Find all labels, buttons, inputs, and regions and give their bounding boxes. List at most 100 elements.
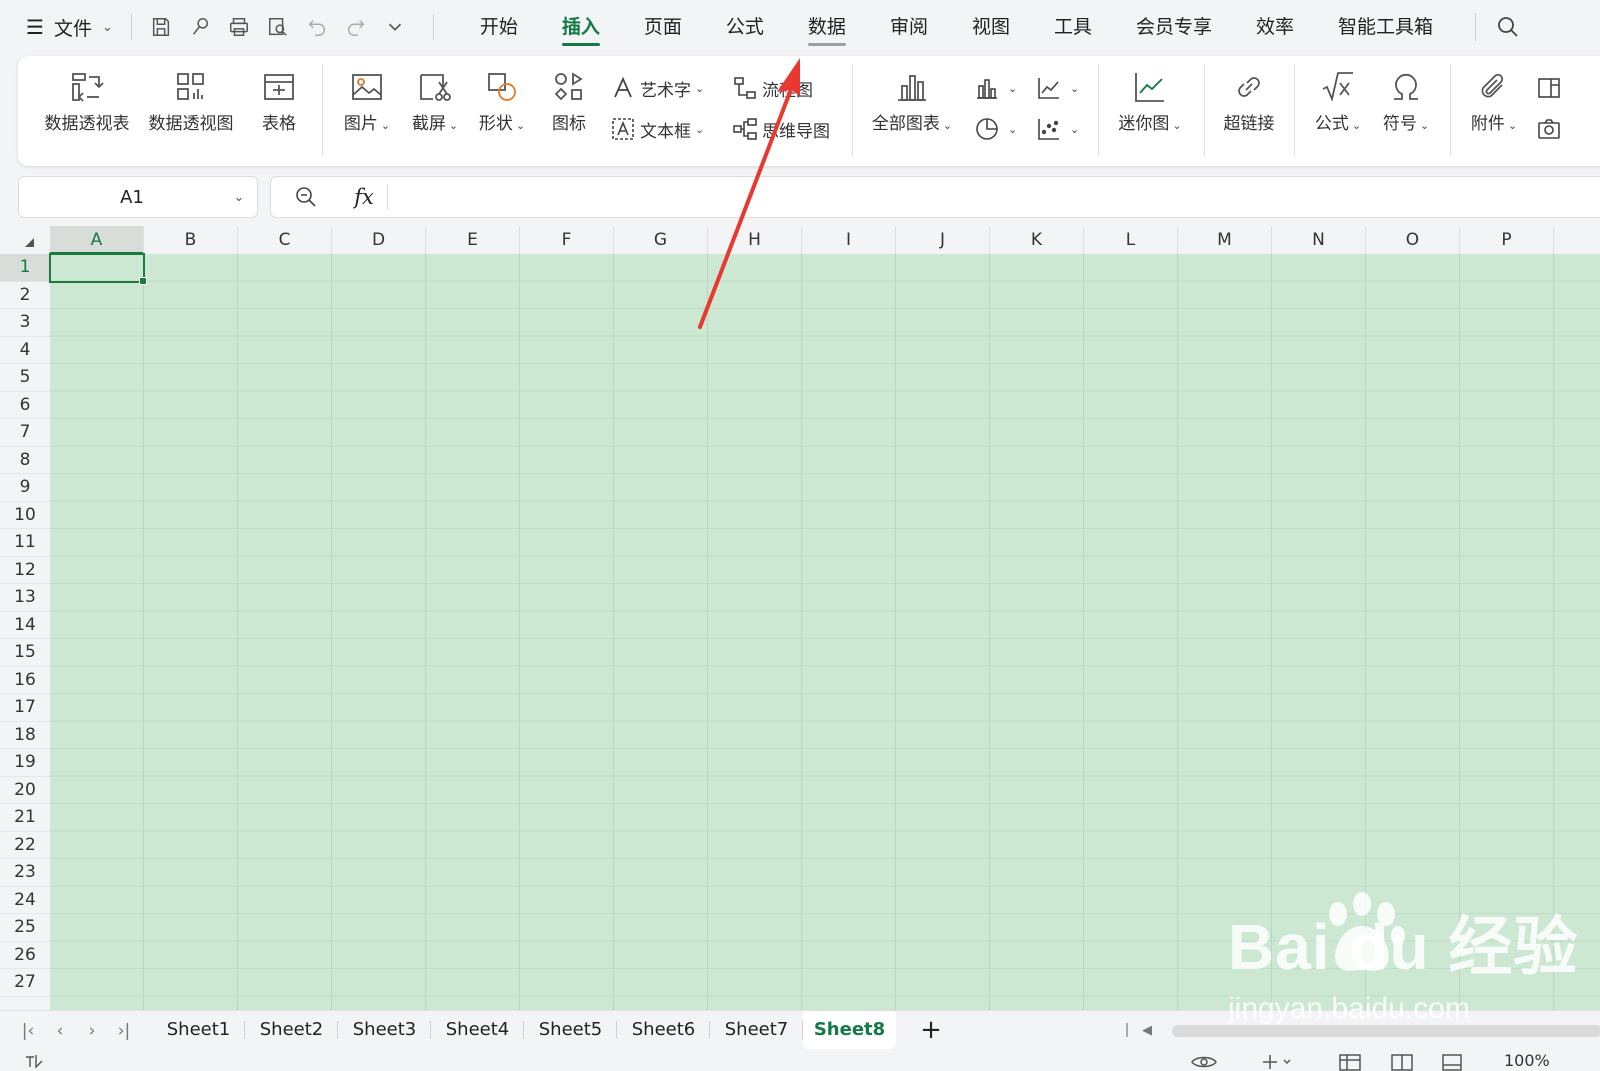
macro-status-button[interactable] (24, 1053, 44, 1069)
symbol-button[interactable]: 符号 ⌄ (1378, 64, 1434, 138)
tab-formulas[interactable]: 公式 (704, 0, 786, 54)
shapes-button[interactable]: 形状 ⌄ (473, 64, 531, 138)
print-preview-button[interactable] (259, 7, 298, 47)
column-header-f[interactable]: F (520, 226, 614, 254)
row-header-19[interactable]: 19 (0, 749, 50, 777)
column-header-o[interactable]: O (1366, 226, 1460, 254)
tab-efficiency[interactable]: 效率 (1234, 0, 1316, 54)
row-header-20[interactable]: 20 (0, 776, 50, 804)
add-sheet-button[interactable]: + (916, 1015, 946, 1045)
tab-data[interactable]: 数据 (786, 0, 868, 54)
all-charts-button[interactable]: 全部图表 ⌄ (870, 64, 954, 138)
previous-sheet-button[interactable]: ‹ (46, 1017, 74, 1045)
column-header-c[interactable]: C (238, 226, 332, 254)
pivot-chart-button[interactable]: 数据透视图 (146, 64, 236, 138)
row-header-9[interactable]: 9 (0, 474, 50, 502)
save-button[interactable] (142, 7, 181, 47)
redo-button[interactable] (337, 7, 376, 47)
wordart-button[interactable]: 艺术字 ⌄ (610, 71, 704, 105)
chevron-down-icon[interactable]: ⌄ (221, 190, 257, 205)
pie-chart-button[interactable]: ⌄ (974, 112, 1017, 146)
sheet-tab-sheet3[interactable]: Sheet3 (338, 1011, 431, 1049)
column-header-h[interactable]: H (708, 226, 802, 254)
sheet-tab-sheet5[interactable]: Sheet5 (524, 1011, 617, 1049)
pivot-table-button[interactable]: 数据透视表 (42, 64, 132, 138)
row-header-18[interactable]: 18 (0, 721, 50, 749)
row-header-10[interactable]: 10 (0, 501, 50, 529)
line-chart-button[interactable]: ⌄ (1036, 71, 1079, 105)
horizontal-scrollbar[interactable] (1172, 1025, 1600, 1037)
scroll-split-handle[interactable] (1126, 1023, 1128, 1037)
row-header-8[interactable]: 8 (0, 446, 50, 474)
sparkline-button[interactable]: 迷你图 ⌄ (1114, 64, 1186, 138)
tab-review[interactable]: 审阅 (868, 0, 950, 54)
active-cell-a1[interactable] (49, 253, 147, 284)
column-header-e[interactable]: E (426, 226, 520, 254)
row-header-5[interactable]: 5 (0, 364, 50, 392)
eye-protection-button[interactable] (1190, 1053, 1218, 1071)
column-header-m[interactable]: M (1178, 226, 1272, 254)
sheet-tab-sheet1[interactable]: Sheet1 (152, 1011, 245, 1049)
tab-smart-toolbox[interactable]: 智能工具箱 (1316, 0, 1455, 54)
tab-home[interactable]: 开始 (458, 0, 540, 54)
row-header-17[interactable]: 17 (0, 694, 50, 722)
column-header-i[interactable]: I (802, 226, 896, 254)
page-layout-view-button[interactable] (1390, 1053, 1414, 1071)
object-button[interactable] (1536, 71, 1566, 105)
sheet-tab-sheet7[interactable]: Sheet7 (710, 1011, 803, 1049)
row-header-15[interactable]: 15 (0, 639, 50, 667)
row-header-12[interactable]: 12 (0, 556, 50, 584)
row-header-7[interactable]: 7 (0, 419, 50, 447)
freeze-pane-button[interactable] (1260, 1053, 1294, 1071)
next-sheet-button[interactable]: › (78, 1017, 106, 1045)
formula-input[interactable] (388, 177, 1600, 217)
row-header-24[interactable]: 24 (0, 886, 50, 914)
sheet-tab-sheet2[interactable]: Sheet2 (245, 1011, 338, 1049)
quick-access-more-button[interactable] (376, 7, 415, 47)
column-header-l[interactable]: L (1084, 226, 1178, 254)
column-header-p[interactable]: P (1460, 226, 1554, 254)
row-header-27[interactable]: 27 (0, 969, 50, 997)
row-header-22[interactable]: 22 (0, 831, 50, 859)
sheet-tab-sheet6[interactable]: Sheet6 (617, 1011, 710, 1049)
row-header-21[interactable]: 21 (0, 804, 50, 832)
column-header-k[interactable]: K (990, 226, 1084, 254)
row-header-4[interactable]: 4 (0, 336, 50, 364)
row-header-25[interactable]: 25 (0, 914, 50, 942)
file-menu-button[interactable]: ☰ 文件 ⌄ (0, 0, 113, 54)
print-button[interactable] (220, 7, 259, 47)
undo-button[interactable] (298, 7, 337, 47)
formula-button[interactable]: 公式 ⌄ (1310, 64, 1366, 138)
icons-button[interactable]: 图标 (548, 64, 590, 138)
page-break-view-button[interactable] (1440, 1053, 1464, 1071)
sheet-tab-sheet4[interactable]: Sheet4 (431, 1011, 524, 1049)
sheet-tab-sheet8[interactable]: Sheet8 (803, 1011, 896, 1049)
row-header-6[interactable]: 6 (0, 391, 50, 419)
column-header-j[interactable]: J (896, 226, 990, 254)
row-header-2[interactable]: 2 (0, 281, 50, 309)
flowchart-button[interactable]: 流程图 (732, 71, 813, 105)
zoom-level[interactable]: 100% (1504, 1051, 1550, 1070)
insert-function-button[interactable]: fx (341, 185, 387, 209)
scroll-left-button[interactable]: ◀ (1142, 1017, 1152, 1045)
tab-tools[interactable]: 工具 (1032, 0, 1114, 54)
row-header-11[interactable]: 11 (0, 529, 50, 557)
first-sheet-button[interactable]: |‹ (14, 1017, 42, 1045)
tab-page[interactable]: 页面 (622, 0, 704, 54)
zoom-formula-button[interactable] (271, 185, 341, 209)
table-button[interactable]: 表格 (254, 64, 304, 138)
attachment-button[interactable]: 附件 ⌄ (1466, 64, 1522, 138)
column-header-b[interactable]: B (144, 226, 238, 254)
scatter-chart-button[interactable]: ⌄ (1036, 112, 1079, 146)
column-chart-button[interactable]: ⌄ (974, 71, 1017, 105)
search-button[interactable] (1486, 5, 1530, 49)
format-painter-button[interactable] (181, 7, 220, 47)
normal-view-button[interactable] (1338, 1053, 1362, 1071)
row-header-3[interactable]: 3 (0, 309, 50, 337)
row-header-26[interactable]: 26 (0, 941, 50, 969)
select-all-button[interactable] (0, 226, 50, 254)
row-header-14[interactable]: 14 (0, 611, 50, 639)
last-sheet-button[interactable]: ›| (110, 1017, 138, 1045)
column-header-d[interactable]: D (332, 226, 426, 254)
mindmap-button[interactable]: 思维导图 (732, 112, 830, 146)
